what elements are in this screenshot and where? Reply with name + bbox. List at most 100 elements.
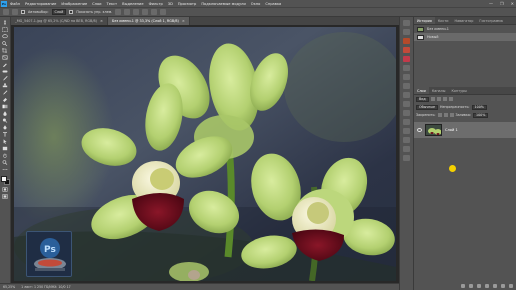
eyedropper-tool-icon[interactable] [2, 62, 9, 67]
align-right-icon[interactable] [133, 9, 140, 15]
pen-tool-icon[interactable] [2, 125, 9, 130]
history-panel-icon[interactable] [403, 20, 410, 26]
brush-settings-icon[interactable] [403, 29, 410, 35]
menu-window[interactable]: Окно [251, 2, 261, 6]
info-icon[interactable] [403, 119, 410, 125]
menu-image[interactable]: Изображение [61, 2, 87, 6]
actions-icon[interactable] [403, 128, 410, 134]
zoom-tool-icon[interactable] [2, 160, 9, 165]
layer-style-icon[interactable] [469, 284, 473, 288]
navigator-icon[interactable] [403, 38, 410, 44]
crop-tool-icon[interactable] [2, 48, 9, 53]
menu-help[interactable]: Справка [265, 2, 281, 6]
type-tool-icon[interactable] [2, 132, 9, 137]
paths-icon[interactable] [403, 146, 410, 152]
home-icon[interactable] [3, 9, 9, 15]
shape-tool-icon[interactable] [2, 146, 9, 151]
quick-select-tool-icon[interactable] [2, 41, 9, 46]
adjustments-icon[interactable] [403, 65, 410, 71]
lock-all-icon[interactable] [449, 113, 454, 117]
close-button[interactable]: ✕ [511, 1, 514, 6]
fill-field[interactable]: 100% [472, 112, 489, 118]
zoom-level[interactable]: 65,25% [3, 285, 15, 289]
path-selection-tool-icon[interactable] [2, 139, 9, 144]
healing-brush-tool-icon[interactable] [2, 69, 9, 74]
more-tools-icon[interactable] [2, 167, 9, 172]
screen-mode-icon[interactable] [2, 194, 9, 199]
transform-controls-checkbox[interactable] [69, 10, 74, 14]
close-icon[interactable]: × [100, 19, 103, 23]
align-middle-icon[interactable] [151, 9, 158, 15]
new-group-icon[interactable] [493, 284, 497, 288]
more-options-icon[interactable] [160, 9, 167, 15]
properties-icon[interactable] [403, 110, 410, 116]
character-icon[interactable] [403, 101, 410, 107]
color-panel-icon[interactable] [403, 47, 410, 53]
styles-icon[interactable] [403, 74, 410, 80]
tab-navigator[interactable]: Навигатор [452, 17, 477, 24]
lock-position-icon[interactable] [443, 113, 448, 117]
visibility-eye-icon[interactable] [417, 128, 422, 132]
menu-3d[interactable]: 3D [168, 2, 173, 6]
filter-type-icon[interactable] [442, 97, 447, 101]
layer-row[interactable]: Слой 1 [414, 122, 516, 138]
tab-document-2[interactable]: Без имени-1 @ 33,3% (Слой 1, RGB/8) × [108, 17, 190, 25]
eraser-tool-icon[interactable] [2, 97, 9, 102]
blur-tool-icon[interactable] [2, 111, 9, 116]
opacity-field[interactable]: 100% [471, 104, 487, 110]
hand-tool-icon[interactable] [2, 153, 9, 158]
align-center-icon[interactable] [124, 9, 131, 15]
autoselect-dropdown[interactable]: Слой [51, 9, 67, 15]
layer-name[interactable]: Слой 1 [445, 128, 458, 132]
align-top-icon[interactable] [142, 9, 149, 15]
quick-mask-icon[interactable] [2, 187, 9, 192]
blend-mode-dropdown[interactable]: Обычные [416, 104, 438, 110]
trash-icon[interactable] [509, 284, 513, 288]
history-snapshot[interactable]: Без имени-1 [414, 25, 516, 33]
close-icon[interactable]: × [182, 19, 185, 23]
align-left-icon[interactable] [115, 9, 122, 15]
paragraph-icon[interactable] [403, 92, 410, 98]
foreground-color-swatch[interactable] [0, 176, 7, 182]
maximize-button[interactable]: ❐ [500, 1, 504, 6]
tab-paths[interactable]: Контуры [448, 87, 470, 94]
tab-layers[interactable]: Слои [414, 87, 429, 94]
marquee-tool-icon[interactable] [2, 27, 9, 32]
lasso-tool-icon[interactable] [2, 34, 9, 39]
clone-stamp-tool-icon[interactable] [2, 83, 9, 88]
history-step-new[interactable]: Новый [414, 33, 516, 41]
menu-file[interactable]: Файл [10, 2, 20, 6]
lock-pixels-icon[interactable] [437, 113, 442, 117]
minimize-button[interactable]: — [489, 1, 493, 6]
new-layer-icon[interactable] [501, 284, 505, 288]
move-tool-icon[interactable] [2, 20, 9, 25]
menu-layers[interactable]: Слои [92, 2, 101, 6]
menu-filter[interactable]: Фильтр [149, 2, 163, 6]
add-mask-icon[interactable] [477, 284, 481, 288]
menu-view[interactable]: Просмотр [178, 2, 196, 6]
document-info[interactable]: 1 лист: 1 250 ГБ/ИНХ: 10/0 17 [21, 285, 70, 289]
color-swatches[interactable] [0, 176, 10, 185]
history-brush-tool-icon[interactable] [2, 90, 9, 95]
gradient-tool-icon[interactable] [2, 104, 9, 109]
menu-plugins[interactable]: Подключаемые модули [201, 2, 245, 6]
swatches-icon[interactable] [403, 56, 410, 62]
tab-brushes[interactable]: Кисти [435, 17, 452, 24]
filter-pixel-icon[interactable] [430, 97, 435, 101]
tab-history[interactable]: История [414, 17, 435, 24]
tab-channels[interactable]: Каналы [429, 87, 449, 94]
move-tool-icon[interactable] [12, 9, 18, 15]
tab-document-1[interactable]: _MG_5407-1.jpg @ 65,2% (С/ND на ВЕВ, RGB… [11, 17, 109, 25]
adjustment-layer-icon[interactable] [485, 284, 489, 288]
brush-tool-icon[interactable] [2, 76, 9, 81]
dodge-tool-icon[interactable] [2, 118, 9, 123]
autoselect-checkbox[interactable] [21, 10, 25, 14]
frame-tool-icon[interactable] [2, 55, 9, 60]
menu-type[interactable]: Текст [107, 2, 118, 6]
menu-edit[interactable]: Редактирование [25, 2, 56, 6]
libraries-icon[interactable] [403, 83, 410, 89]
menu-select[interactable]: Выделение [122, 2, 143, 6]
tool-presets-icon[interactable] [403, 137, 410, 143]
channels-icon[interactable] [403, 155, 410, 161]
layer-filter-dropdown[interactable]: Вид [416, 96, 429, 102]
